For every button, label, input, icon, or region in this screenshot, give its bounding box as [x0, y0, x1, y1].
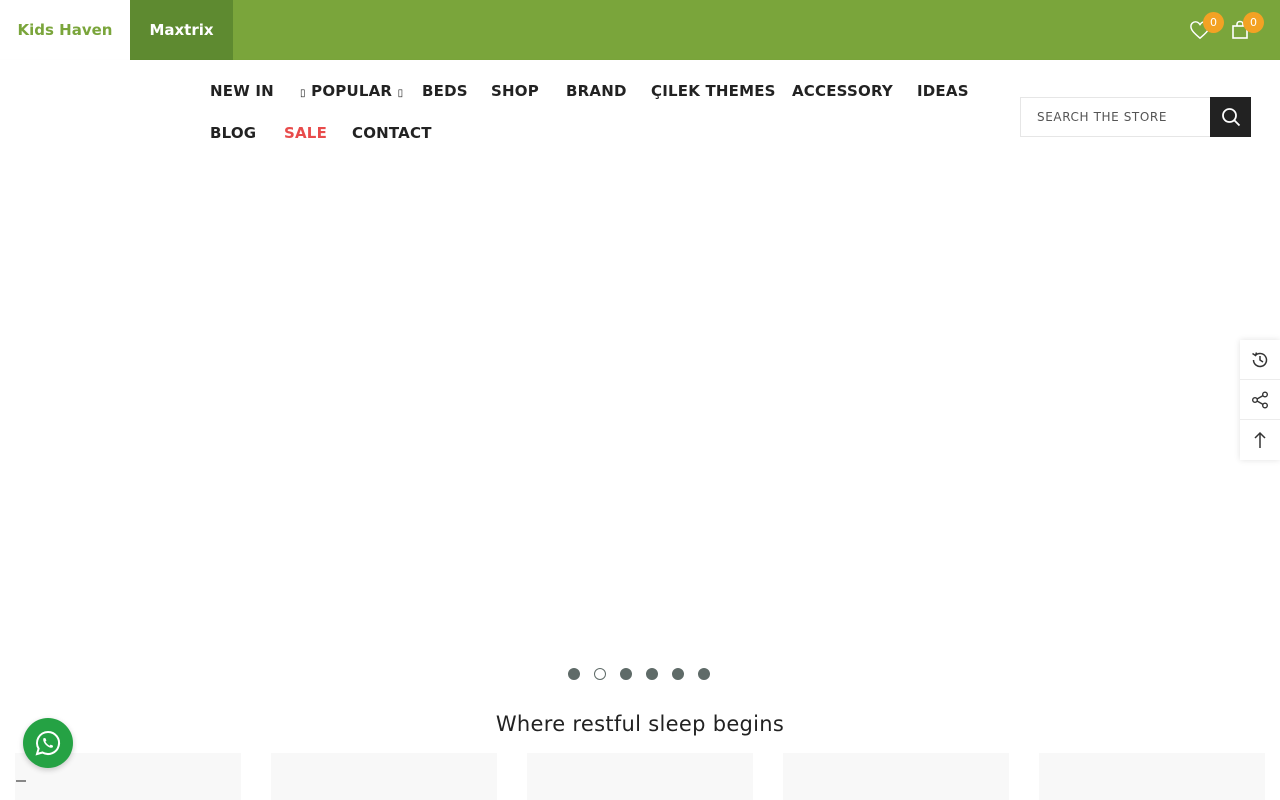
nav-blog[interactable]: BLOG [210, 124, 256, 142]
nav-new-in[interactable]: NEW IN [210, 82, 274, 100]
search-icon [1221, 108, 1240, 127]
search-box [1020, 97, 1251, 137]
hero-slider[interactable] [0, 174, 1280, 664]
nav-cilek-themes[interactable]: ÇILEK THEMES [651, 82, 776, 100]
recently-viewed-button[interactable] [1240, 340, 1280, 380]
store-tab-kids-haven[interactable]: Kids Haven [0, 0, 130, 60]
back-to-top-button[interactable] [1240, 420, 1280, 460]
nav-beds[interactable]: BEDS [422, 82, 468, 100]
product-card[interactable] [271, 753, 497, 800]
nav-sale[interactable]: SALE [284, 124, 327, 142]
product-card[interactable] [527, 753, 753, 800]
chevron-down-icon: ▯ [397, 88, 404, 99]
slider-dot[interactable] [672, 668, 684, 680]
nav-brand[interactable]: BRAND [566, 82, 627, 100]
menu-glyph-icon: ▯ [300, 88, 306, 99]
nav-contact[interactable]: CONTACT [352, 124, 432, 142]
slider-dot[interactable] [646, 668, 658, 680]
search-input[interactable] [1021, 98, 1211, 136]
product-card-row [0, 753, 1280, 800]
nav-popular[interactable]: ▯ POPULAR ▯ [300, 82, 403, 100]
slider-pagination [568, 668, 710, 680]
arrow-up-icon [1254, 431, 1266, 448]
slider-dot[interactable] [620, 668, 632, 680]
whatsapp-chat-button[interactable] [23, 718, 73, 768]
product-card[interactable] [783, 753, 1009, 800]
section-title: Where restful sleep begins [495, 712, 785, 736]
slider-dot-active[interactable] [594, 668, 606, 680]
wishlist-count-badge: 0 [1203, 12, 1224, 33]
cart-count-badge: 0 [1243, 12, 1264, 33]
top-bar: Kids Haven Maxtrix 0 0 [0, 0, 1280, 60]
nav-popular-label: POPULAR [311, 82, 393, 100]
whatsapp-icon [35, 730, 60, 756]
search-button[interactable] [1210, 97, 1251, 137]
side-toolbar [1240, 340, 1280, 460]
share-button[interactable] [1240, 380, 1280, 420]
divider-mark [16, 780, 26, 782]
share-icon [1252, 391, 1268, 408]
product-card[interactable] [1039, 753, 1265, 800]
slider-dot[interactable] [568, 668, 580, 680]
slider-dot[interactable] [698, 668, 710, 680]
store-tab-maxtrix[interactable]: Maxtrix [130, 0, 233, 60]
nav-shop[interactable]: SHOP [491, 82, 539, 100]
nav-accessory[interactable]: ACCESSORY [792, 82, 893, 100]
nav-ideas[interactable]: IDEAS [917, 82, 969, 100]
history-icon [1252, 351, 1268, 367]
